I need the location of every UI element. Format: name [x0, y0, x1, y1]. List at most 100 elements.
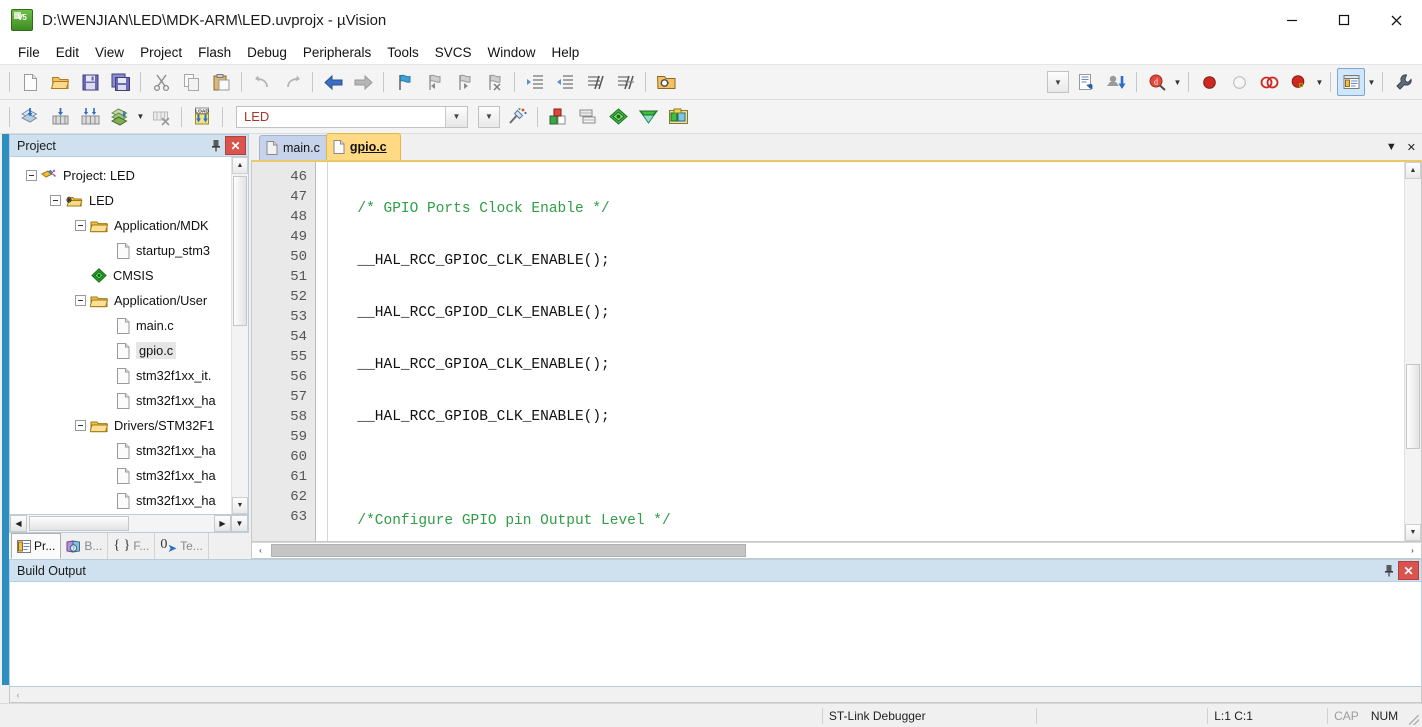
tree-item-stm32f1xx-hal-2[interactable]: stm32f1xx_ha	[10, 463, 231, 488]
scroll-right-icon[interactable]: ▶	[214, 515, 231, 532]
code-view[interactable]: 46 47 48 49 50 51 52 53 54 55 56 57 58 5…	[252, 162, 1404, 541]
rebuild-all-icon[interactable]	[76, 103, 104, 131]
translate-file-icon[interactable]	[16, 103, 44, 131]
manage-run-time-env-icon[interactable]	[544, 103, 572, 131]
scrollbar-thumb[interactable]	[233, 176, 247, 326]
code-text[interactable]: /* GPIO Ports Clock Enable */ __HAL_RCC_…	[328, 162, 1404, 541]
bookmark-prev-icon[interactable]	[420, 68, 448, 96]
kill-all-breakpoints-icon[interactable]	[1285, 68, 1313, 96]
cut-icon[interactable]	[147, 68, 175, 96]
editor-tab-main-c[interactable]: main.c	[259, 135, 334, 160]
panel-tab-project[interactable]: Pr...	[11, 533, 62, 559]
menu-tools[interactable]: Tools	[379, 42, 427, 63]
debug-target-dropdown[interactable]: ▼	[1047, 71, 1069, 93]
menu-edit[interactable]: Edit	[48, 42, 87, 63]
navigate-back-icon[interactable]	[319, 68, 347, 96]
find-in-files-icon[interactable]	[652, 68, 680, 96]
expander-icon[interactable]	[26, 170, 37, 181]
tree-item-stm32f1xx-it[interactable]: stm32f1xx_it.	[10, 363, 231, 388]
project-window-dropdown-caret[interactable]: ▼	[1366, 68, 1377, 96]
tree-item-cmsis[interactable]: CMSIS	[10, 263, 231, 288]
panel-tab-functions[interactable]: { } F...	[108, 533, 156, 559]
tree-item-project-led[interactable]: Project: LED	[10, 163, 231, 188]
chevron-down-icon[interactable]: ▼	[445, 106, 467, 127]
tree-item-gpio-c[interactable]: gpio.c	[10, 338, 231, 363]
project-tree[interactable]: Project: LED LED Application/MDK startup…	[10, 157, 231, 514]
bookmark-toggle-icon[interactable]	[390, 68, 418, 96]
indent-right-icon[interactable]	[521, 68, 549, 96]
tree-item-stm32f1xx-hal-user[interactable]: stm32f1xx_ha	[10, 388, 231, 413]
panel-tab-templates[interactable]: 0➤ Te...	[155, 533, 209, 559]
project-tree-horizontal-scrollbar[interactable]: ◀ ▶ ▼	[9, 515, 249, 533]
undo-icon[interactable]	[248, 68, 276, 96]
chevron-down-icon[interactable]: ▼	[1386, 141, 1397, 153]
scroll-up-icon[interactable]: ▲	[1405, 162, 1421, 179]
scroll-right-icon[interactable]: ›	[1404, 543, 1421, 558]
scroll-left-icon[interactable]: ‹	[252, 543, 269, 558]
copy-icon[interactable]	[177, 68, 205, 96]
scrollbar-track[interactable]	[269, 543, 1404, 558]
expander-icon[interactable]	[75, 220, 86, 231]
open-file-icon[interactable]	[46, 68, 74, 96]
menu-view[interactable]: View	[87, 42, 132, 63]
download-icon[interactable]: LOAD	[188, 103, 216, 131]
panel-tab-books[interactable]: ? B...	[61, 533, 109, 559]
expander-icon[interactable]	[75, 420, 86, 431]
menu-flash[interactable]: Flash	[190, 42, 239, 63]
menu-file[interactable]: File	[10, 42, 48, 63]
build-output-text[interactable]	[9, 581, 1422, 687]
manage-project-items-icon[interactable]	[574, 103, 602, 131]
target-selector[interactable]: LED ▼	[236, 105, 468, 128]
scroll-up-icon[interactable]: ▲	[232, 157, 248, 174]
find-next-dropdown-caret[interactable]: ▼	[1172, 68, 1183, 96]
bookmark-clear-icon[interactable]	[480, 68, 508, 96]
tree-item-stm32f1xx-hal-3[interactable]: stm32f1xx_ha	[10, 488, 231, 513]
config-wizard-icon[interactable]	[1072, 68, 1100, 96]
editor-tab-gpio-c[interactable]: gpio.c	[325, 133, 401, 160]
multi-project-icon[interactable]	[604, 103, 632, 131]
save-icon[interactable]	[76, 68, 104, 96]
tree-item-application-user[interactable]: Application/User	[10, 288, 231, 313]
scroll-down-icon[interactable]: ▼	[231, 515, 248, 532]
menu-help[interactable]: Help	[544, 42, 588, 63]
new-file-icon[interactable]	[16, 68, 44, 96]
tree-item-led[interactable]: LED	[10, 188, 231, 213]
scrollbar-track[interactable]	[1405, 179, 1421, 524]
menu-window[interactable]: Window	[479, 42, 543, 63]
close-button[interactable]	[1370, 0, 1422, 40]
menu-peripherals[interactable]: Peripherals	[295, 42, 379, 63]
build-target-icon[interactable]	[46, 103, 74, 131]
code-folding-margin[interactable]	[316, 162, 328, 541]
scroll-down-icon[interactable]: ▼	[232, 497, 248, 514]
scrollbar-track[interactable]	[232, 174, 248, 497]
tree-item-application-mdk[interactable]: Application/MDK	[10, 213, 231, 238]
uncomment-icon[interactable]	[611, 68, 639, 96]
maximize-button[interactable]	[1318, 0, 1370, 40]
tree-item-drivers-stm32f1[interactable]: Drivers/STM32F1	[10, 413, 231, 438]
close-icon[interactable]: ✕	[1398, 561, 1419, 580]
menu-project[interactable]: Project	[132, 42, 190, 63]
menu-svcs[interactable]: SVCS	[427, 42, 480, 63]
redo-icon[interactable]	[278, 68, 306, 96]
target-options-icon[interactable]	[503, 103, 531, 131]
indent-left-icon[interactable]	[551, 68, 579, 96]
batch-build-icon[interactable]	[106, 103, 134, 131]
pin-icon[interactable]	[206, 136, 225, 155]
navigate-forward-icon[interactable]	[349, 68, 377, 96]
close-icon[interactable]: ✕	[225, 136, 246, 155]
scrollbar-thumb[interactable]	[1406, 364, 1420, 449]
scrollbar-thumb[interactable]	[29, 516, 129, 531]
minimize-button[interactable]	[1266, 0, 1318, 40]
insert-breakpoint-icon[interactable]	[1195, 68, 1223, 96]
scroll-left-icon[interactable]: ◀	[10, 515, 27, 532]
find-next-icon[interactable]: d	[1143, 68, 1171, 96]
tree-item-main-c[interactable]: main.c	[10, 313, 231, 338]
menu-debug[interactable]: Debug	[239, 42, 295, 63]
start-debug-icon[interactable]	[1102, 68, 1130, 96]
editor-vertical-scrollbar[interactable]: ▲ ▼	[1404, 162, 1421, 541]
bookmark-next-icon[interactable]	[450, 68, 478, 96]
build-output-horizontal-scrollbar[interactable]: ‹	[9, 687, 1422, 703]
paste-icon[interactable]	[207, 68, 235, 96]
scrollbar-thumb[interactable]	[271, 544, 746, 557]
resize-grip-icon[interactable]	[1404, 704, 1422, 727]
